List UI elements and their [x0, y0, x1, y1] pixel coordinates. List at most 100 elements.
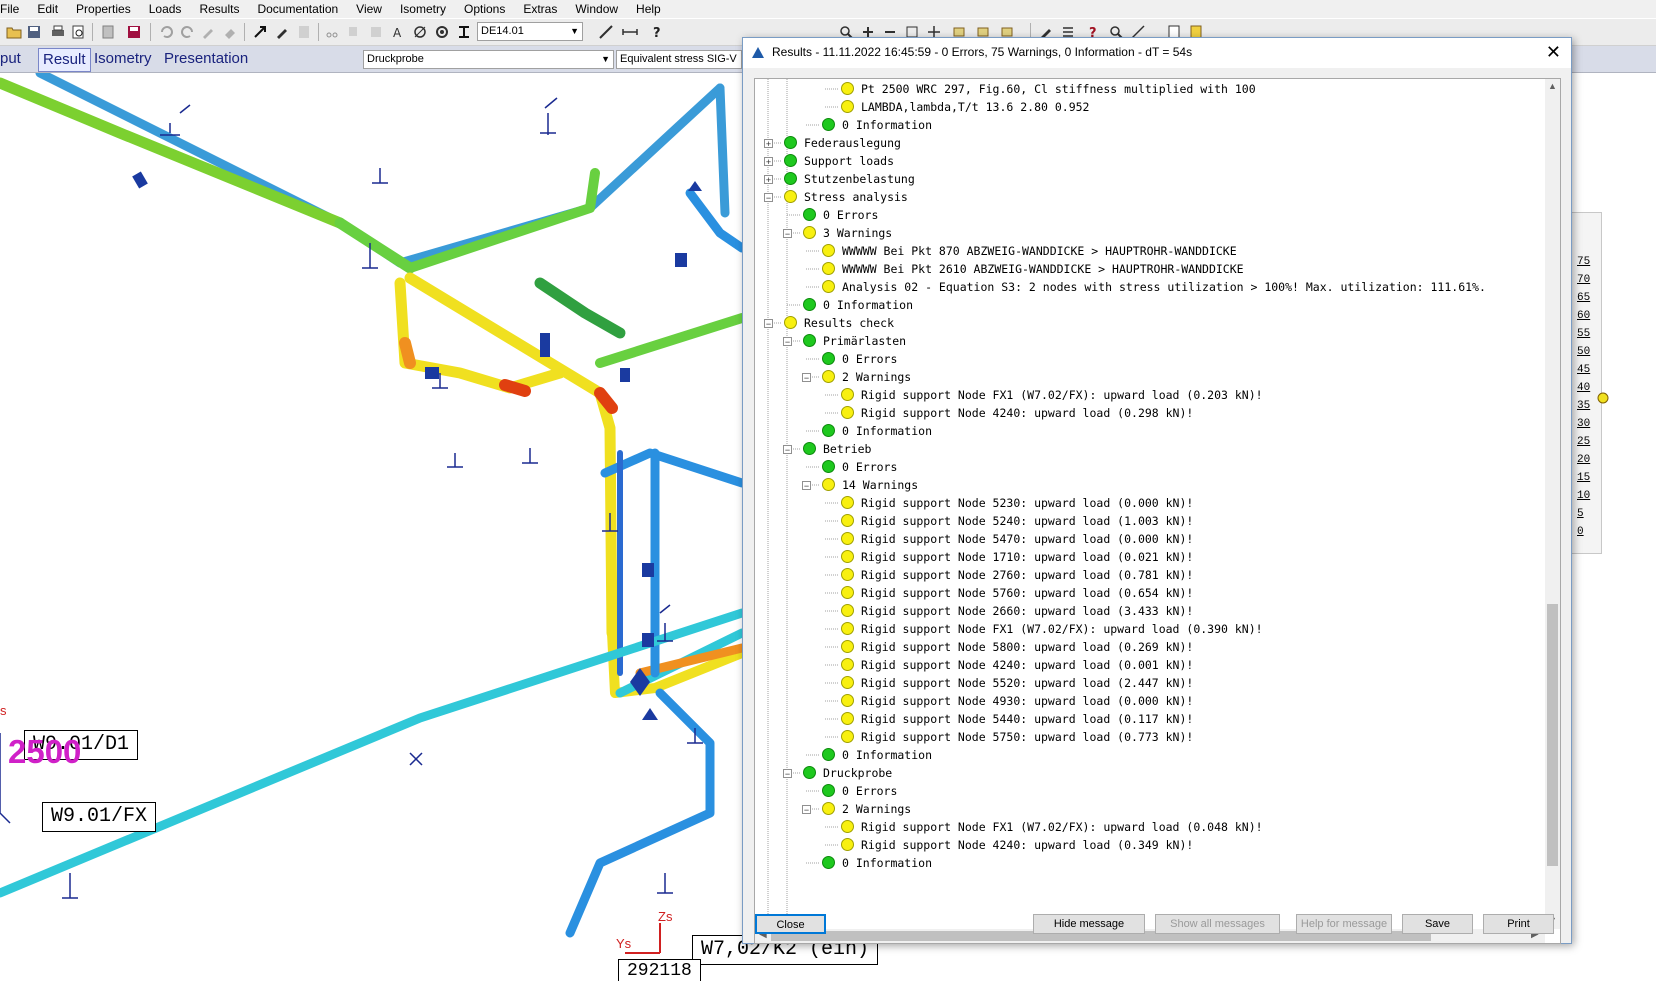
tree-row[interactable]: Rigid support Node 1710: upward load (0.…: [841, 548, 1193, 566]
tree-row[interactable]: 2 Warnings: [822, 800, 911, 818]
dialog-titlebar[interactable]: Results - 11.11.2022 16:45:59 - 0 Errors…: [743, 38, 1571, 68]
tree-row[interactable]: Rigid support Node 5520: upward load (2.…: [841, 674, 1193, 692]
text-icon[interactable]: A: [390, 24, 406, 40]
result-type-combo[interactable]: Equivalent stress SIG-V: [616, 50, 742, 69]
menu-options[interactable]: Options: [455, 0, 514, 18]
tree-row[interactable]: Analysis 02 - Equation S3: 2 nodes with …: [822, 278, 1486, 296]
results-tree[interactable]: Pt 2500 WRC 297, Fig.60, Cl stiffness mu…: [754, 78, 1561, 944]
scroll-up-icon[interactable]: ▲: [1548, 81, 1557, 91]
tree-row[interactable]: Rigid support Node 5800: upward load (0.…: [841, 638, 1193, 656]
expand-icon[interactable]: +: [764, 175, 773, 185]
tree-row[interactable]: Results check: [784, 314, 894, 332]
tree-row[interactable]: Primärlasten: [803, 332, 906, 350]
cut-icon[interactable]: [324, 24, 340, 40]
tree-row[interactable]: Rigid support Node 4240: upward load (0.…: [841, 836, 1193, 854]
disk-icon[interactable]: [126, 24, 142, 40]
collapse-icon[interactable]: −: [802, 373, 811, 383]
tree-row[interactable]: Rigid support Node 2660: upward load (3.…: [841, 602, 1193, 620]
menu-help[interactable]: Help: [627, 0, 670, 18]
collapse-icon[interactable]: −: [802, 805, 811, 815]
tree-row[interactable]: Federauslegung: [784, 134, 901, 152]
tree-row[interactable]: 0 Errors: [822, 458, 897, 476]
tree-row[interactable]: Stutzenbelastung: [784, 170, 915, 188]
version-combo[interactable]: DE14.01 ▼: [477, 22, 583, 41]
save-icon[interactable]: [26, 24, 42, 40]
open-folder-icon[interactable]: [6, 24, 22, 40]
menu-documentation[interactable]: Documentation: [248, 0, 347, 18]
tree-row[interactable]: Pt 2500 WRC 297, Fig.60, Cl stiffness mu…: [841, 80, 1256, 98]
tree-row[interactable]: Rigid support Node 5750: upward load (0.…: [841, 728, 1193, 746]
scroll-thumb[interactable]: [1547, 604, 1558, 866]
expand-icon[interactable]: +: [764, 157, 773, 167]
tree-row[interactable]: 0 Information: [803, 296, 913, 314]
menu-edit[interactable]: Edit: [28, 0, 67, 18]
collapse-icon[interactable]: −: [764, 319, 773, 329]
tree-row[interactable]: Druckprobe: [803, 764, 892, 782]
tree-row[interactable]: 0 Information: [822, 746, 932, 764]
close-button[interactable]: Close: [755, 914, 826, 934]
redo-icon[interactable]: [180, 24, 196, 40]
line-tool-icon[interactable]: [598, 24, 614, 40]
collapse-icon[interactable]: −: [764, 193, 773, 203]
menu-view[interactable]: View: [347, 0, 391, 18]
tree-row[interactable]: Rigid support Node 5440: upward load (0.…: [841, 710, 1193, 728]
tree-row[interactable]: LAMBDA,lambda,T/t 13.6 2.80 0.952: [841, 98, 1089, 116]
tree-row[interactable]: Rigid support Node FX1 (W7.02/FX): upwar…: [841, 386, 1263, 404]
pencil-grey-icon[interactable]: [200, 24, 216, 40]
tree-row[interactable]: 0 Information: [822, 116, 932, 134]
hide-message-button[interactable]: Hide message: [1033, 914, 1145, 934]
collapse-icon[interactable]: −: [783, 229, 792, 239]
menu-loads[interactable]: Loads: [140, 0, 191, 18]
undo-icon[interactable]: [158, 24, 174, 40]
menu-extras[interactable]: Extras: [514, 0, 566, 18]
collapse-icon[interactable]: −: [783, 337, 792, 347]
tree-row[interactable]: 3 Warnings: [803, 224, 892, 242]
collapse-icon[interactable]: −: [783, 445, 792, 455]
paste-icon[interactable]: [368, 24, 384, 40]
print-button[interactable]: Print: [1483, 914, 1554, 934]
pen-icon[interactable]: [274, 24, 290, 40]
menu-isometry[interactable]: Isometry: [391, 0, 455, 18]
edit-doc-icon[interactable]: [296, 24, 312, 40]
close-icon[interactable]: ✕: [1546, 42, 1561, 62]
tree-row[interactable]: 0 Errors: [822, 782, 897, 800]
tree-row[interactable]: 0 Errors: [803, 206, 878, 224]
tree-row[interactable]: Rigid support Node 5240: upward load (1.…: [841, 512, 1193, 530]
print-preview-icon[interactable]: [70, 24, 86, 40]
menu-properties[interactable]: Properties: [67, 0, 140, 18]
tree-row[interactable]: 2 Warnings: [822, 368, 911, 386]
vertical-scrollbar[interactable]: ▲ ▼: [1545, 79, 1560, 929]
tree-row[interactable]: Stress analysis: [784, 188, 908, 206]
tree-row[interactable]: Rigid support Node 5760: upward load (0.…: [841, 584, 1193, 602]
tab-input[interactable]: put: [0, 48, 25, 70]
menu-results[interactable]: Results: [190, 0, 248, 18]
calculator-icon[interactable]: [100, 24, 116, 40]
i-beam-icon[interactable]: [456, 24, 472, 40]
expand-icon[interactable]: +: [764, 139, 773, 149]
help-for-message-button[interactable]: Help for message: [1296, 914, 1392, 934]
copy-icon[interactable]: [346, 24, 362, 40]
loadcase-combo[interactable]: Druckprobe ▼: [363, 50, 614, 69]
tree-row[interactable]: 0 Errors: [822, 350, 897, 368]
tree-row[interactable]: WWWWW Bei Pkt 2610 ABZWEIG-WANDDICKE > H…: [822, 260, 1244, 278]
help-cursor-icon[interactable]: ?: [650, 24, 666, 40]
print-icon[interactable]: [50, 24, 66, 40]
tree-row[interactable]: Rigid support Node FX1 (W7.02/FX): upwar…: [841, 818, 1263, 836]
tree-row[interactable]: Support loads: [784, 152, 894, 170]
tab-result[interactable]: Result: [38, 48, 91, 72]
tree-row[interactable]: Rigid support Node 4930: upward load (0.…: [841, 692, 1193, 710]
tab-presentation[interactable]: Presentation: [160, 48, 252, 70]
dimension-icon[interactable]: [622, 24, 638, 40]
arrow-tool-icon[interactable]: [252, 24, 268, 40]
tree-row[interactable]: Rigid support Node FX1 (W7.02/FX): upwar…: [841, 620, 1263, 638]
menu-window[interactable]: Window: [566, 0, 627, 18]
tab-isometry[interactable]: Isometry: [90, 48, 156, 70]
collapse-icon[interactable]: −: [802, 481, 811, 491]
tree-row[interactable]: Rigid support Node 5470: upward load (0.…: [841, 530, 1193, 548]
tree-row[interactable]: 0 Information: [822, 854, 932, 872]
tree-row[interactable]: Betrieb: [803, 440, 871, 458]
show-all-messages-button[interactable]: Show all messages: [1155, 914, 1280, 934]
tree-row[interactable]: Rigid support Node 5230: upward load (0.…: [841, 494, 1193, 512]
tree-row[interactable]: WWWWW Bei Pkt 870 ABZWEIG-WANDDICKE > HA…: [822, 242, 1237, 260]
tree-row[interactable]: Rigid support Node 4240: upward load (0.…: [841, 404, 1193, 422]
